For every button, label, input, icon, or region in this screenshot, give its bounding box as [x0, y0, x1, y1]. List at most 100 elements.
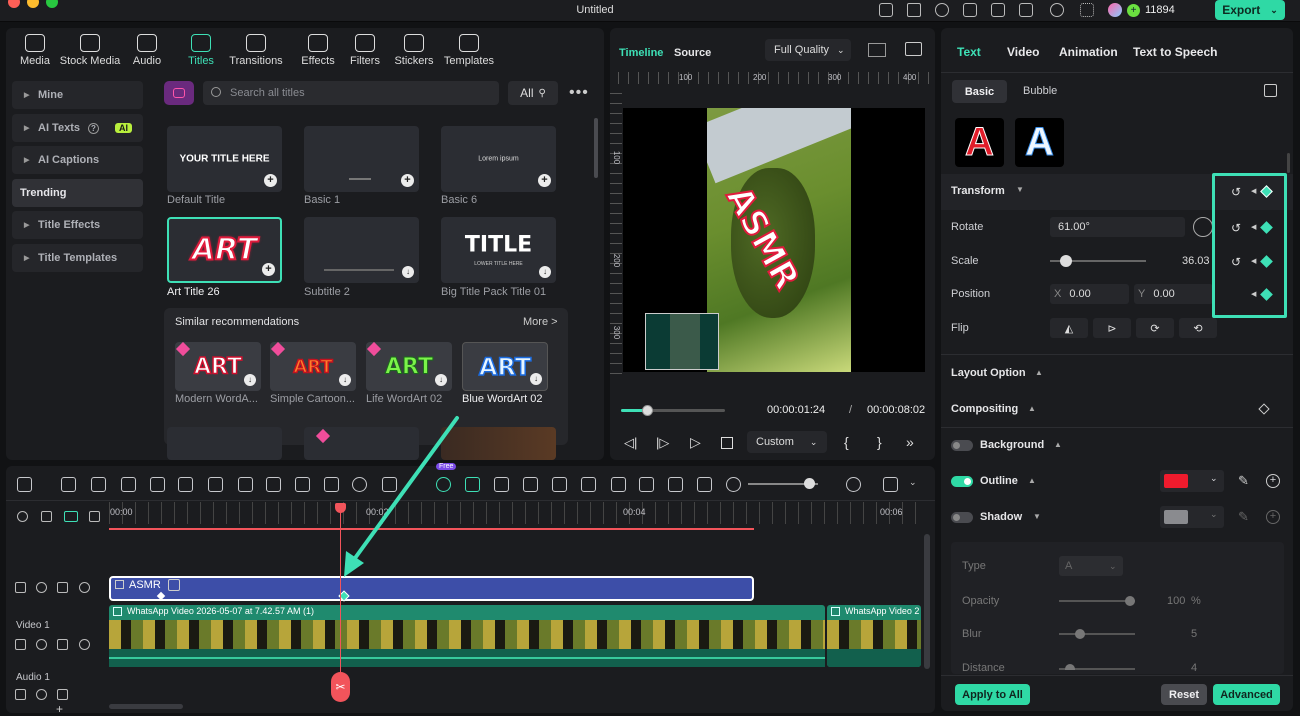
sidebar-item-title-effects[interactable]: ▶ Title Effects: [12, 211, 143, 239]
prev-frame-icon[interactable]: ◁|: [624, 435, 637, 451]
title-thumb-art26[interactable]: ART +: [167, 217, 282, 283]
playback-scrubber[interactable]: [621, 405, 725, 416]
mute-icon[interactable]: [57, 689, 68, 700]
shadow-distance-slider[interactable]: [1059, 664, 1135, 670]
monitor-icon[interactable]: [963, 3, 977, 17]
magnet-icon[interactable]: [64, 511, 78, 522]
search-input[interactable]: Search all titles: [203, 81, 499, 105]
reset-icon[interactable]: ↺: [1231, 185, 1241, 199]
reset-icon[interactable]: ↺: [1231, 255, 1241, 269]
tab-templates[interactable]: Templates: [440, 34, 498, 67]
rotate-clockwise-button[interactable]: ⟳: [1136, 318, 1174, 338]
download-icon[interactable]: [1019, 3, 1033, 17]
keyframe-diamond-icon[interactable]: [1260, 255, 1273, 268]
filter-dropdown[interactable]: All ⚲: [508, 81, 558, 105]
save-preset-icon[interactable]: [1264, 84, 1277, 97]
scale-slider[interactable]: [1050, 255, 1146, 267]
playhead-line[interactable]: [340, 504, 341, 699]
split-scissors-button[interactable]: ✂: [331, 672, 350, 702]
lock-icon[interactable]: [15, 639, 26, 650]
slider-handle[interactable]: [1075, 629, 1085, 639]
shadow-distance-value[interactable]: 4: [1191, 662, 1197, 674]
shadow-type-dropdown[interactable]: A ⌄: [1059, 556, 1123, 576]
grid-view-icon[interactable]: [868, 43, 886, 57]
horizontal-scrollbar[interactable]: [109, 704, 183, 709]
download-icon[interactable]: ↓: [339, 374, 351, 386]
flip-horizontal-button[interactable]: ◭: [1050, 318, 1088, 338]
send-icon[interactable]: [907, 3, 921, 17]
sidebar-item-ai-texts[interactable]: ▶ AI Texts? AI: [12, 114, 143, 142]
text-style-preset-blue[interactable]: A: [1015, 118, 1064, 167]
speaker-icon[interactable]: [36, 639, 47, 650]
prev-keyframe-icon[interactable]: ◀: [1251, 290, 1256, 298]
shadow-blur-value[interactable]: 5: [1191, 628, 1197, 640]
keyframe-diamond-icon[interactable]: [1258, 403, 1270, 415]
add-icon[interactable]: +: [264, 174, 277, 187]
cut-icon[interactable]: [178, 477, 193, 492]
sidebar-item-trending[interactable]: Trending: [12, 179, 143, 207]
timer-icon[interactable]: [352, 477, 367, 492]
rec-thumb-cartoon[interactable]: ART ↓: [270, 342, 356, 391]
outline-color-picker[interactable]: ⌄: [1160, 470, 1224, 492]
title-clip-asmr[interactable]: ASMR: [109, 576, 754, 602]
quality-dropdown[interactable]: Full Quality ⌄: [765, 39, 851, 61]
more-link[interactable]: More >: [523, 316, 558, 328]
replace-icon[interactable]: [494, 477, 509, 492]
title-thumb-partial[interactable]: [304, 427, 419, 460]
subtab-basic[interactable]: Basic: [952, 80, 1007, 103]
lock-icon[interactable]: [15, 689, 26, 700]
keyframe-diamond-icon[interactable]: [1260, 221, 1273, 234]
preview-canvas[interactable]: ASMR: [623, 108, 925, 372]
subtab-bubble[interactable]: Bubble: [1023, 85, 1057, 97]
title-thumb-partial[interactable]: [167, 427, 282, 460]
download-icon[interactable]: ↓: [539, 266, 551, 278]
mute-icon[interactable]: [57, 639, 68, 650]
mark-out-icon[interactable]: }: [877, 434, 882, 450]
cloud-icon[interactable]: [935, 3, 949, 17]
shadow-opacity-value[interactable]: 100: [1167, 595, 1185, 607]
outline-toggle[interactable]: [951, 476, 973, 487]
mask-icon[interactable]: [295, 477, 310, 492]
shadow-blur-slider[interactable]: [1059, 629, 1135, 639]
snapshot-icon[interactable]: [905, 42, 922, 56]
speed-dropdown[interactable]: Custom ⌄: [747, 431, 827, 453]
tab-video[interactable]: Video: [1007, 45, 1039, 59]
lock-icon[interactable]: [15, 582, 26, 593]
settings-icon[interactable]: [17, 511, 28, 522]
step-forward-icon[interactable]: |▷: [656, 435, 669, 451]
eyedropper-icon[interactable]: ✎: [1238, 473, 1249, 489]
mini-map[interactable]: [645, 313, 719, 370]
zoom-slider-handle[interactable]: [804, 478, 815, 489]
split-icon[interactable]: [465, 477, 480, 492]
timeline-ruler[interactable]: [109, 502, 927, 524]
video-clip-1[interactable]: WhatsApp Video 2026-05-07 at 7.42.57 AM …: [109, 605, 825, 667]
keyframe-marker[interactable]: [156, 591, 166, 601]
scrollbar[interactable]: [594, 118, 598, 178]
add-track-icon[interactable]: +: [56, 702, 63, 716]
more-options-icon[interactable]: •••: [569, 84, 589, 102]
tab-stickers[interactable]: Stickers: [387, 34, 441, 67]
delete-icon[interactable]: [150, 477, 165, 492]
add-icon[interactable]: +: [262, 263, 275, 276]
scale-slider-handle[interactable]: [1060, 255, 1072, 267]
download-icon[interactable]: ↓: [435, 374, 447, 386]
tab-titles[interactable]: Titles: [174, 34, 228, 67]
sidebar-item-ai-captions[interactable]: ▶ AI Captions: [12, 146, 143, 174]
title-thumb-basic6[interactable]: Lorem ipsum +: [441, 126, 556, 192]
mic-icon[interactable]: [611, 477, 626, 492]
flip-vertical-button[interactable]: ⊳: [1093, 318, 1131, 338]
play-icon[interactable]: ▷: [690, 434, 701, 451]
download-icon[interactable]: ↓: [402, 266, 414, 278]
rec-thumb-blue[interactable]: ART ↓: [462, 342, 548, 391]
redo-icon[interactable]: [121, 477, 136, 492]
gift-icon[interactable]: [879, 3, 893, 17]
grid-menu-icon[interactable]: [1080, 3, 1094, 17]
export-button[interactable]: Export ⌄: [1215, 0, 1285, 20]
menu-icon[interactable]: ⌄: [909, 477, 924, 492]
zoom-out-icon[interactable]: [726, 477, 741, 492]
tab-media[interactable]: Media: [8, 34, 62, 67]
shield-icon[interactable]: [581, 477, 596, 492]
headset-icon[interactable]: [1050, 3, 1064, 17]
position-x-input[interactable]: X 0.00: [1050, 284, 1129, 304]
layout-option-header[interactable]: Layout Option: [951, 367, 1026, 379]
